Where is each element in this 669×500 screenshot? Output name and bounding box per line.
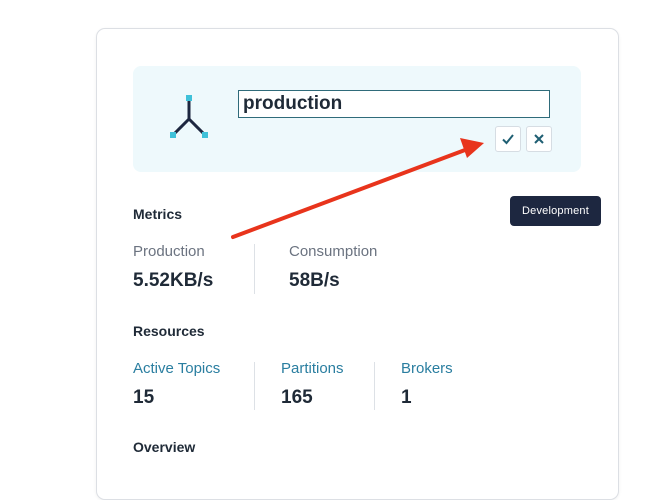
consumption-value: 58B/s bbox=[289, 270, 340, 291]
active-topics-link[interactable]: Active Topics bbox=[133, 360, 220, 377]
active-topics-value: 15 bbox=[133, 387, 155, 408]
cancel-button[interactable] bbox=[526, 126, 552, 152]
resources-divider-1 bbox=[254, 362, 255, 410]
resources-divider-2 bbox=[374, 362, 375, 410]
production-label: Production bbox=[133, 243, 205, 260]
partitions-link[interactable]: Partitions bbox=[281, 360, 344, 377]
tooltip: Development bbox=[510, 196, 601, 226]
confirm-button[interactable] bbox=[495, 126, 521, 152]
close-icon bbox=[534, 134, 544, 144]
metrics-divider bbox=[254, 244, 255, 294]
cluster-icon bbox=[170, 95, 208, 138]
cluster-card: Development Metrics Production 5.52KB/s … bbox=[96, 28, 619, 500]
cluster-header-panel: Development bbox=[133, 66, 601, 226]
brokers-link[interactable]: Brokers bbox=[401, 360, 453, 377]
consumption-label: Consumption bbox=[289, 243, 378, 260]
resources-title: Resources bbox=[133, 323, 205, 339]
partitions-value: 165 bbox=[281, 387, 313, 408]
brokers-value: 1 bbox=[401, 387, 412, 408]
metrics-title: Metrics bbox=[133, 206, 183, 222]
production-value: 5.52KB/s bbox=[133, 270, 214, 291]
cluster-name-input[interactable] bbox=[238, 90, 550, 118]
overview-title: Overview bbox=[133, 439, 196, 455]
check-icon bbox=[502, 134, 514, 145]
